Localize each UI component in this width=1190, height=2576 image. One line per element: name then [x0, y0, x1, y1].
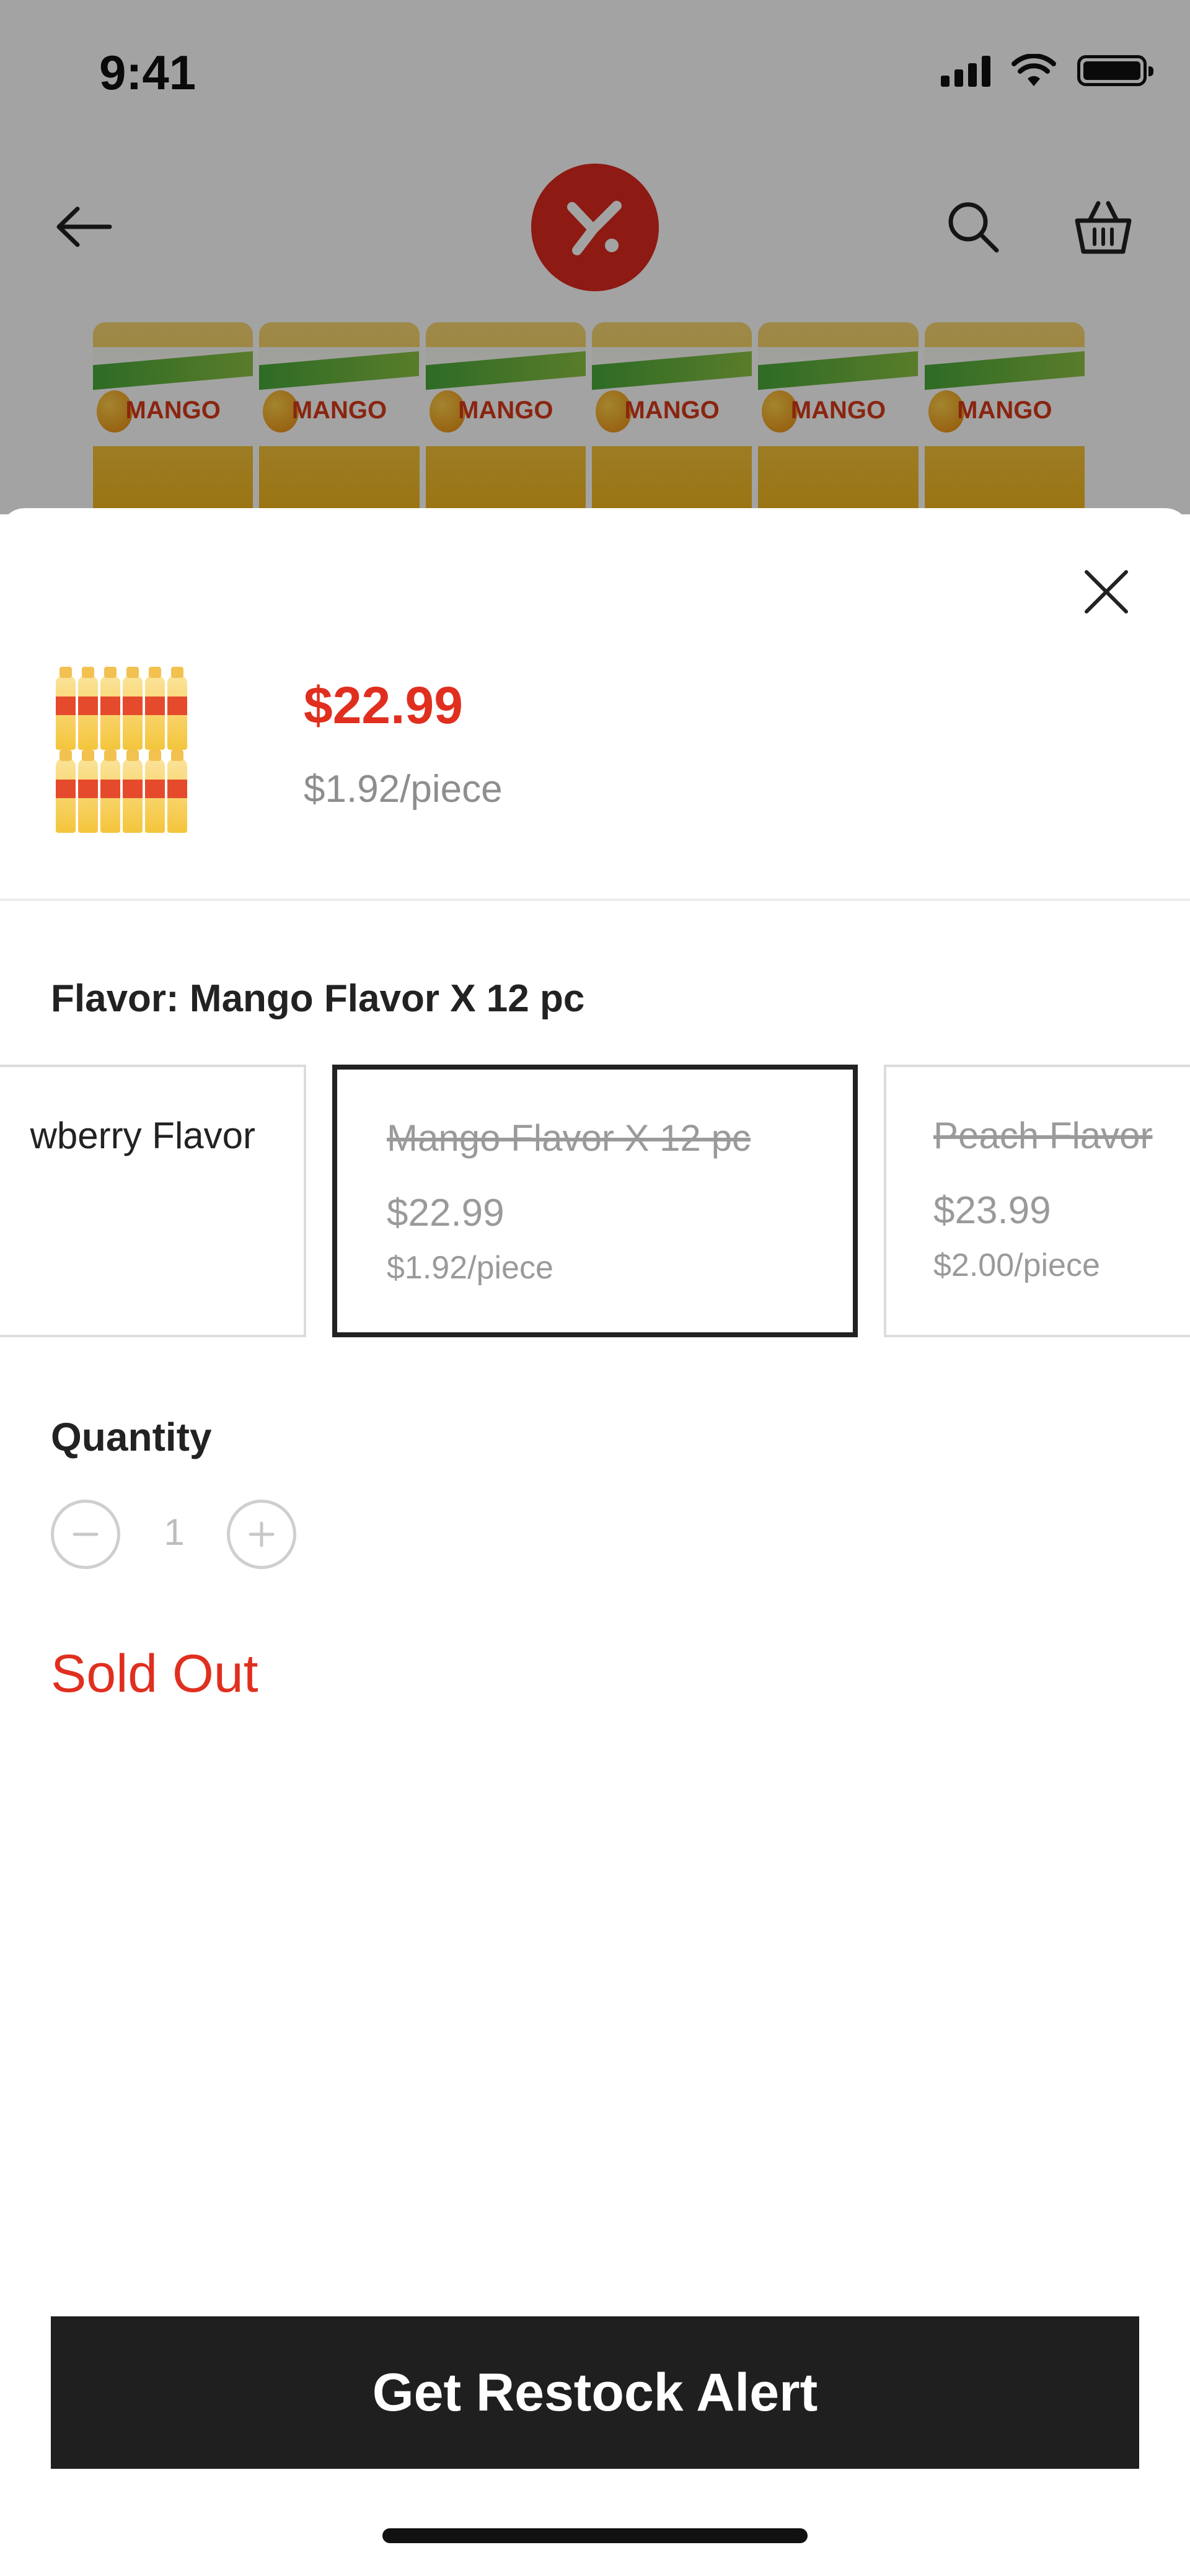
product-thumbnail	[56, 667, 192, 849]
stock-status: Sold Out	[51, 1644, 258, 1703]
quantity-label: Quantity	[51, 1415, 212, 1459]
divider	[0, 899, 1190, 901]
quantity-increase-button[interactable]	[227, 1500, 296, 1569]
option-name: wberry Flavor	[30, 1115, 255, 1156]
minus-icon	[73, 1532, 99, 1536]
flavor-option[interactable]: Peach Flavor $23.99 $2.00/piece	[884, 1065, 1190, 1337]
option-unit-price: $1.92/piece	[387, 1250, 553, 1286]
option-unit-price: $2.00/piece	[933, 1247, 1100, 1283]
close-icon	[1085, 570, 1128, 613]
home-indicator	[382, 2528, 808, 2543]
quantity-decrease-button[interactable]	[51, 1500, 120, 1569]
flavor-heading: Flavor: Mango Flavor X 12 pc	[51, 977, 585, 1020]
option-price: $22.99	[387, 1192, 505, 1234]
unit-price: $1.92/piece	[304, 768, 503, 811]
option-price: $23.99	[933, 1189, 1051, 1232]
flavor-option[interactable]: wberry Flavor	[0, 1065, 306, 1337]
close-button[interactable]	[1072, 558, 1140, 626]
plus-icon	[249, 1521, 275, 1547]
background-page: 9:41 MANGO MANGO MANGO MANGO MANGO MANGO	[0, 0, 1190, 514]
modal-scrim[interactable]	[0, 0, 1190, 514]
restock-alert-button[interactable]: Get Restock Alert	[51, 2316, 1139, 2469]
flavor-option-selected[interactable]: Mango Flavor X 12 pc $22.99 $1.92/piece	[332, 1065, 858, 1337]
option-name: Mango Flavor X 12 pc	[387, 1117, 751, 1159]
quantity-value: 1	[164, 1511, 185, 1553]
price: $22.99	[304, 676, 463, 734]
variant-sheet: $22.99 $1.92/piece Flavor: Mango Flavor …	[0, 508, 1190, 2576]
option-name: Peach Flavor	[933, 1115, 1153, 1156]
